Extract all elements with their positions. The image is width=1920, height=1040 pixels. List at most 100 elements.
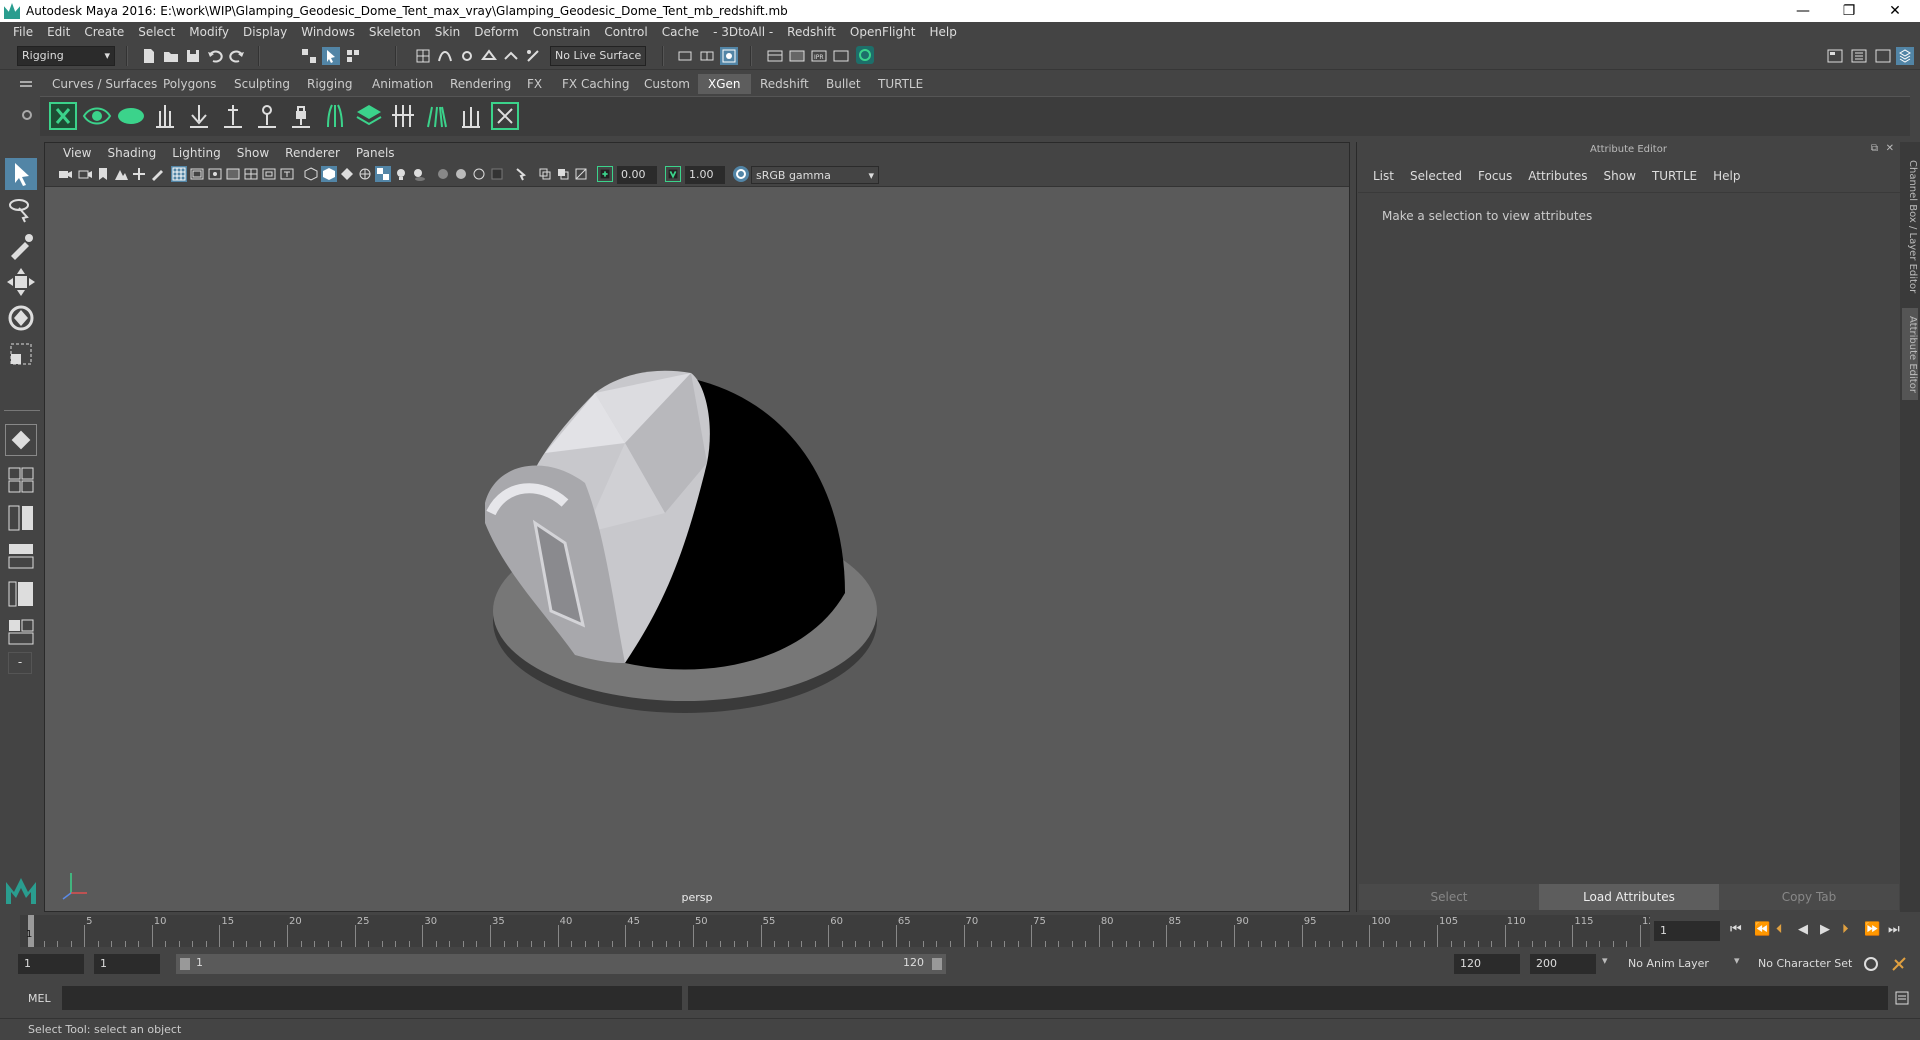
image-plane-icon[interactable] [113,166,129,182]
time-slider[interactable]: 1510152025303540455055606570758085909510… [20,915,1661,947]
playback-start-field[interactable]: 1 [94,954,160,974]
open-scene-icon[interactable] [162,47,180,65]
menu-edit[interactable]: Edit [40,25,77,39]
xgen-select-guides-icon[interactable] [252,101,282,131]
depth-of-field-icon[interactable] [489,166,505,182]
ae-copy-tab-button[interactable]: Copy Tab [1719,884,1899,910]
snap-grid-icon[interactable] [414,47,432,65]
new-scene-icon[interactable] [140,47,158,65]
ae-menu-turtle[interactable]: TURTLE [1644,169,1705,183]
wireframe-icon[interactable] [303,166,319,182]
safe-title-icon[interactable] [279,166,295,182]
menu-openflight[interactable]: OpenFlight [843,25,923,39]
range-start-handle[interactable] [180,958,190,970]
play-forwards-icon[interactable]: ▶ [1820,922,1830,937]
isolate-select-icon[interactable] [513,166,529,182]
persp-uv-layout-icon[interactable] [5,616,37,648]
play-backwards-icon[interactable]: ◀ [1798,922,1808,937]
viewport-menu-panels[interactable]: Panels [348,146,403,160]
menu-windows[interactable]: Windows [294,25,362,39]
render-globals-icon[interactable] [832,47,850,65]
ae-menu-list[interactable]: List [1365,169,1402,183]
safe-action-icon[interactable] [261,166,277,182]
animation-prefs-icon[interactable] [1890,955,1908,973]
field-chart-icon[interactable] [243,166,259,182]
tab-attribute-editor[interactable]: Attribute Editor [1902,308,1918,400]
character-set-dropdown[interactable]: No Character Set [1752,954,1866,974]
go-to-end-icon[interactable]: ⏭ [1888,922,1900,937]
current-frame-field[interactable]: 1 [1654,921,1720,941]
make-live-icon[interactable] [524,47,542,65]
anim-layer-dropdown[interactable]: No Anim Layer [1622,954,1730,974]
tab-animation[interactable]: Animation [362,74,443,94]
render-frame-icon[interactable] [788,47,806,65]
menu-cache[interactable]: Cache [655,25,706,39]
restore-button[interactable]: ❐ [1826,0,1872,22]
menu-help[interactable]: Help [922,25,963,39]
menu-constrain[interactable]: Constrain [526,25,598,39]
tab-rigging[interactable]: Rigging [297,74,362,94]
four-view-layout-icon[interactable] [5,464,37,496]
snap-view-plane-icon[interactable] [480,47,498,65]
ipr-render-icon[interactable]: IPR [810,47,828,65]
bookmark-icon[interactable] [95,166,111,182]
wireframe-on-shaded-icon[interactable] [357,166,373,182]
tab-fx-caching[interactable]: FX Caching [552,74,639,94]
redo-icon[interactable] [228,47,246,65]
script-editor-icon[interactable] [1894,990,1910,1006]
single-perspective-layout-icon[interactable] [5,424,37,456]
dome-tent-model[interactable] [425,363,965,723]
menu-create[interactable]: Create [77,25,131,39]
xgen-scale-guides-icon[interactable] [456,101,486,131]
attribute-editor-toggle-icon[interactable] [1850,47,1868,65]
xgen-sculpt-guides-icon[interactable] [422,101,452,131]
ae-menu-focus[interactable]: Focus [1470,169,1520,183]
persp-outliner-layout-icon[interactable] [5,502,37,534]
menu-control[interactable]: Control [597,25,654,39]
command-language-label[interactable]: MEL [28,992,51,1005]
menu-modify[interactable]: Modify [182,25,236,39]
tab-turtle[interactable]: TURTLE [868,74,933,94]
undo-icon[interactable] [206,47,224,65]
layout-more-button[interactable]: - [8,652,32,674]
smooth-shade-icon[interactable] [321,166,337,182]
grease-pencil-icon[interactable] [149,166,165,182]
textured-icon[interactable] [375,166,391,182]
select-by-object-icon[interactable] [322,47,340,65]
gamma-icon[interactable] [665,166,681,182]
tab-fx[interactable]: FX [517,74,552,94]
paint-select-tool-icon[interactable] [5,230,37,262]
menu-set-dropdown[interactable]: Rigging ▾ [17,46,115,66]
view-transform-dropdown[interactable]: sRGB gamma ▾ [751,166,879,184]
step-back-frame-icon[interactable]: ⏴ [1776,922,1783,937]
shelf-menu-icon[interactable] [20,81,32,83]
ae-menu-help[interactable]: Help [1705,169,1748,183]
tool-settings-icon[interactable] [1874,47,1892,65]
step-forward-frame-icon[interactable]: ⏵ [1842,922,1849,937]
menu-skeleton[interactable]: Skeleton [362,25,428,39]
menu-skin[interactable]: Skin [428,25,468,39]
construction-history-icon[interactable] [698,47,716,65]
xgen-convert-guides-icon[interactable] [490,101,520,131]
use-all-lights-icon[interactable] [393,166,409,182]
shadows-icon[interactable] [411,166,427,182]
select-by-component-icon[interactable] [344,47,362,65]
viewport-menu-view[interactable]: View [55,146,99,160]
viewport-menu-show[interactable]: Show [229,146,277,160]
scale-tool-icon[interactable] [5,338,37,370]
rotate-tool-icon[interactable] [5,302,37,334]
range-slider[interactable]: 1 120 [176,954,946,974]
viewport-menu-lighting[interactable]: Lighting [164,146,229,160]
tab-sculpting[interactable]: Sculpting [224,74,300,94]
snap-surface-icon[interactable] [502,47,520,65]
persp-graph-layout-icon[interactable] [5,540,37,572]
tab-custom[interactable]: Custom [634,74,700,94]
film-gate-icon[interactable] [189,166,205,182]
gate-mask-icon[interactable] [225,166,241,182]
color-management-icon[interactable] [733,166,749,182]
xgen-lock-guides-icon[interactable] [286,101,316,131]
step-forward-key-icon[interactable]: ⏩ [1864,922,1880,937]
modeling-toolkit-icon[interactable] [1826,47,1844,65]
lasso-tool-icon[interactable] [5,194,37,226]
viewport-menu-renderer[interactable]: Renderer [277,146,348,160]
